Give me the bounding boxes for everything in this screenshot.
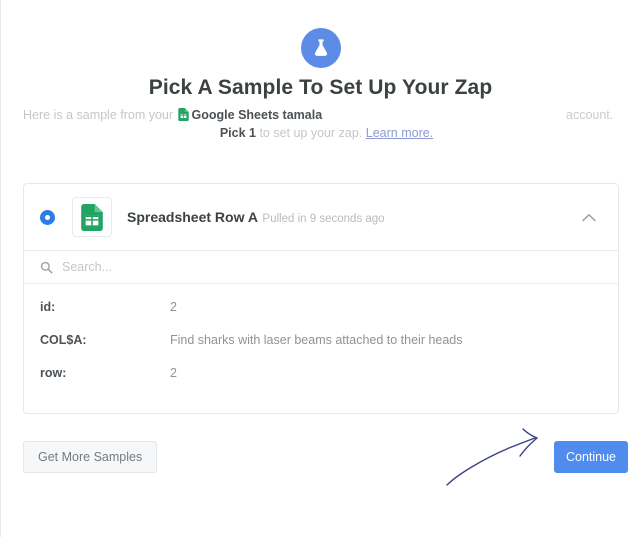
sample-card-header[interactable]: Spreadsheet Row A Pulled in 9 seconds ag… <box>24 184 618 250</box>
search-icon <box>40 261 53 274</box>
subtitle-account-word: account. <box>566 108 614 122</box>
field-key: id: <box>40 300 56 314</box>
radio-inner-dot <box>45 214 50 220</box>
page-container: Pick A Sample To Set Up Your Zap Here is… <box>0 0 640 537</box>
subtitle-line-2: Pick 1 to set up your zap. Learn more. <box>23 125 630 141</box>
account-name: Google Sheets tamala <box>191 108 323 122</box>
chevron-up-icon[interactable] <box>578 206 600 228</box>
field-value: 2 <box>170 300 177 314</box>
table-row: id: 2 <box>24 298 618 331</box>
pick-count-text: Pick 1 <box>219 126 256 140</box>
flask-icon <box>300 28 341 68</box>
sample-search-row[interactable] <box>24 250 618 284</box>
field-key: COL$A: <box>40 333 87 347</box>
sample-title: Spreadsheet Row A <box>127 208 258 225</box>
subtitle-line-1: Here is a sample from your Google Sheets… <box>23 107 630 123</box>
subtitle-lead-text: Here is a sample from your <box>23 108 174 122</box>
hero-icon-container <box>1 28 640 68</box>
page-subtitle: Here is a sample from your Google Sheets… <box>23 107 630 141</box>
continue-button[interactable]: Continue <box>554 441 628 473</box>
table-row: COL$A: Find sharks with laser beams atta… <box>24 331 618 364</box>
page-title: Pick A Sample To Set Up Your Zap <box>148 76 493 99</box>
learn-more-link[interactable]: Learn more. <box>366 126 433 140</box>
pick-rest-text: to set up your zap. <box>259 126 363 140</box>
field-value: Find sharks with laser beams attached to… <box>170 333 463 347</box>
sample-card[interactable]: Spreadsheet Row A Pulled in 9 seconds ag… <box>23 183 619 414</box>
sample-fields-list: id: 2 COL$A: Find sharks with laser beam… <box>24 284 618 413</box>
sample-pulled-label: Pulled in 9 seconds ago <box>262 212 385 225</box>
search-input[interactable] <box>62 260 602 274</box>
google-sheets-icon <box>81 203 103 231</box>
field-key: row: <box>40 366 67 380</box>
field-value: 2 <box>170 366 177 380</box>
table-row: row: 2 <box>24 364 618 397</box>
get-more-samples-button[interactable]: Get More Samples <box>23 441 158 473</box>
sample-radio-button[interactable] <box>40 209 55 225</box>
sample-header-text: Spreadsheet Row A Pulled in 9 seconds ag… <box>127 208 578 227</box>
app-icon-tile <box>72 197 112 237</box>
annotation-arrow <box>446 428 538 486</box>
google-sheets-icon <box>177 108 189 125</box>
